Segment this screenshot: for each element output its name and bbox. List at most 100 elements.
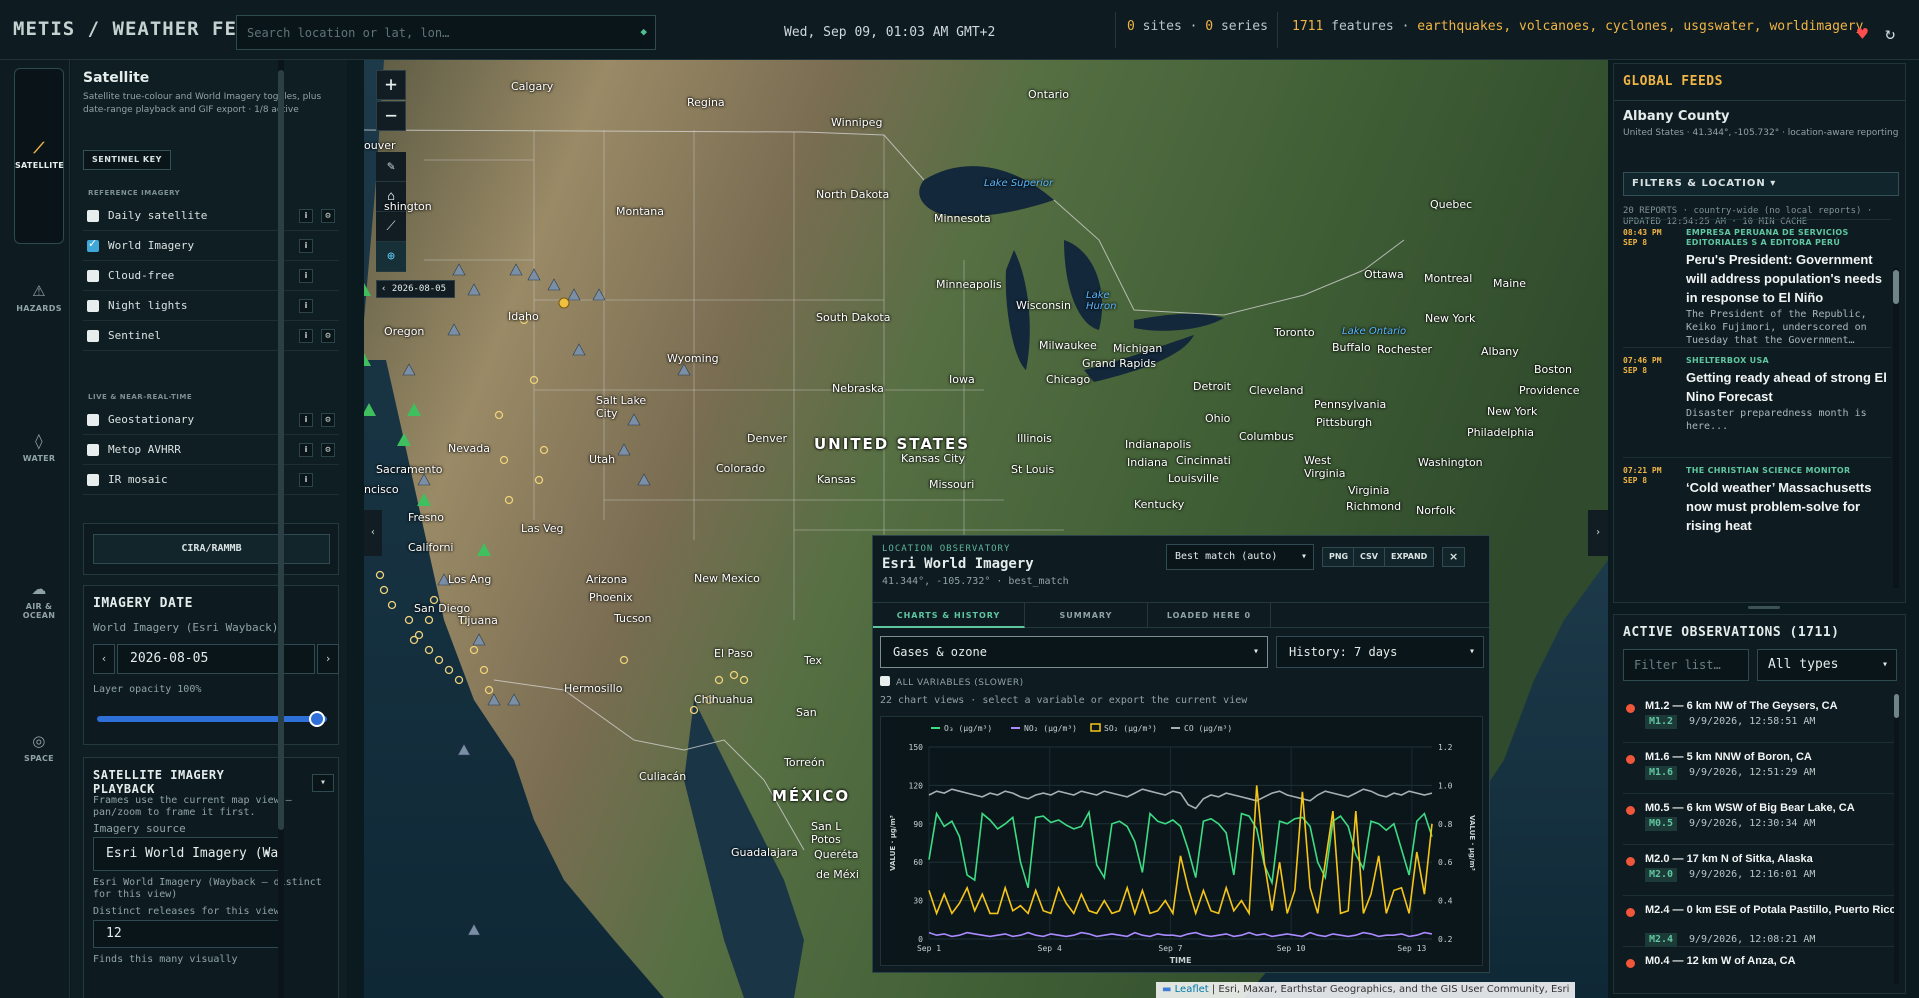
observations-scrollbar-thumb[interactable] — [1894, 694, 1899, 718]
all-variables-toggle[interactable]: ALL VARIABLES (SLOWER) — [880, 676, 1024, 688]
observation-title[interactable]: M2.4 — 0 km ESE of Potala Pastillo, Puer… — [1645, 903, 1897, 918]
layer-row[interactable]: Sentinel i ⚙ — [83, 321, 339, 351]
gases-chart[interactable]: O₃ (µg/m³) NO₂ (µg/m³) SO₂ (µg/m³) CO (µg/m… — [881, 717, 1482, 965]
news-headline[interactable]: Peru's President: Government will addres… — [1686, 250, 1891, 307]
layer-row[interactable]: Geostationary i ⚙ — [83, 405, 339, 435]
filters-location-button[interactable]: FILTERS & LOCATION ▾ — [1623, 172, 1899, 196]
collapse-right-icon[interactable]: › — [1588, 510, 1608, 556]
layer-checkbox[interactable] — [87, 444, 99, 456]
png-button[interactable]: PNG — [1322, 547, 1356, 567]
layer-checkbox[interactable] — [87, 270, 99, 282]
feeds-scrollbar[interactable] — [1893, 268, 1899, 588]
info-icon[interactable]: i — [299, 473, 313, 487]
tab-charts-history[interactable]: CHARTS & HISTORY — [873, 603, 1025, 628]
imagery-date-input[interactable]: 2026-08-05 — [117, 644, 315, 674]
info-icon[interactable]: i — [299, 299, 313, 313]
resize-handle[interactable] — [1748, 606, 1780, 609]
info-icon[interactable]: i — [299, 413, 313, 427]
opacity-slider-thumb[interactable] — [309, 711, 325, 727]
layer-checkbox[interactable] — [87, 330, 99, 342]
globe-icon[interactable]: ⊕ — [376, 242, 406, 272]
leaflet-link[interactable]: Leaflet — [1175, 984, 1209, 995]
observation-title[interactable]: M2.0 — 17 km N of Sitka, Alaska — [1645, 852, 1897, 867]
map-date-tag[interactable]: ‹ 2026-08-05 — [376, 280, 456, 298]
feeds-scrollbar-thumb[interactable] — [1893, 270, 1899, 304]
info-icon[interactable]: i — [299, 269, 313, 283]
observation-item[interactable]: M1.6 — 5 km NNW of Boron, CA M1.6 9/9/2026… — [1623, 744, 1897, 794]
layer-row[interactable]: Metop AVHRR i ⚙ — [83, 435, 339, 465]
playback-card: SATELLITE IMAGERY PLAYBACK ▾ Frames use … — [83, 757, 339, 998]
zoom-in-button[interactable]: + — [376, 70, 406, 100]
imagery-source-select[interactable]: Esri World Imagery (Wayt ▾ — [93, 837, 279, 871]
collapse-left-icon[interactable]: ‹ — [364, 510, 382, 556]
observation-title[interactable]: M0.5 — 6 km WSW of Big Bear Lake, CA — [1645, 801, 1897, 816]
info-icon[interactable]: i — [299, 443, 313, 457]
rail-item-hazards[interactable]: ⚠ HAZARDS — [14, 282, 64, 313]
layer-row[interactable]: World Imagery i — [83, 231, 339, 261]
rail-item-space[interactable]: ◎ SPACE — [14, 732, 64, 763]
info-icon[interactable]: i — [299, 209, 313, 223]
map-label-line: Queréta — [814, 848, 859, 861]
observations-filter-input[interactable] — [1623, 649, 1749, 681]
search-box[interactable]: ◆ — [236, 15, 656, 50]
observation-title[interactable]: M0.4 — 12 km W of Anza, CA — [1645, 954, 1897, 969]
observation-title[interactable]: M1.2 — 6 km NW of The Geysers, CA — [1645, 699, 1897, 714]
search-input[interactable] — [247, 16, 627, 49]
gear-icon[interactable]: ⚙ — [321, 413, 335, 427]
date-next-button[interactable]: › — [317, 644, 339, 674]
observations-scrollbar[interactable] — [1894, 694, 1899, 984]
observation-item[interactable]: M2.0 — 17 km N of Sitka, Alaska M2.0 9/9/2… — [1623, 846, 1897, 896]
rail-item-satellite[interactable]: ⟋ SATELLITE — [14, 68, 64, 244]
layer-row[interactable]: Night lights i — [83, 291, 339, 321]
news-headline[interactable]: Getting ready ahead of strong El Nino Fo… — [1686, 368, 1891, 406]
news-headline[interactable]: ‘Cold weather’ Massachusetts now must pr… — [1686, 478, 1891, 535]
tab-loaded-here[interactable]: LOADED HERE 0 — [1148, 603, 1271, 628]
csv-button[interactable]: CSV — [1353, 547, 1385, 567]
refresh-icon[interactable]: ↻ — [1885, 24, 1895, 44]
rail-item-water[interactable]: ◊ WATER — [14, 432, 64, 463]
search-submit-icon[interactable]: ◆ — [640, 25, 647, 38]
panel-scrollbar-thumb[interactable] — [278, 70, 284, 830]
all-variables-checkbox[interactable] — [880, 676, 890, 686]
releases-input[interactable]: 12 — [93, 920, 279, 948]
observation-type-select[interactable]: All types ▾ — [1757, 649, 1897, 681]
observation-item[interactable]: M0.4 — 12 km W of Anza, CA — [1623, 948, 1897, 993]
observation-item[interactable]: M0.5 — 6 km WSW of Big Bear Lake, CA M0.5… — [1623, 795, 1897, 845]
ruler-icon[interactable]: ✎ — [376, 152, 406, 182]
close-button[interactable]: × — [1442, 547, 1466, 567]
news-item[interactable]: 07:21 PM SEP 8 THE CHRISTIAN SCIENCE MON… — [1623, 457, 1891, 577]
layer-checkbox[interactable] — [87, 237, 99, 252]
rail-item-air-ocean[interactable]: ☁ AIR & OCEAN — [14, 580, 64, 620]
layer-row[interactable]: Daily satellite i ⚙ — [83, 201, 339, 231]
expand-button[interactable]: EXPAND — [1384, 547, 1435, 567]
info-icon[interactable]: i — [299, 239, 313, 253]
map-label-boston: Boston — [1534, 363, 1572, 376]
layer-checkbox[interactable] — [87, 474, 99, 486]
tab-summary[interactable]: SUMMARY — [1025, 603, 1148, 628]
observation-title[interactable]: M1.6 — 5 km NNW of Boron, CA — [1645, 750, 1897, 765]
sentinel-key-button[interactable]: SENTINEL KEY — [83, 150, 171, 170]
layer-checkbox[interactable] — [87, 300, 99, 312]
layer-checkbox[interactable] — [87, 210, 99, 222]
layer-checkbox[interactable] — [87, 414, 99, 426]
gear-icon[interactable]: ⚙ — [321, 443, 335, 457]
best-match-select[interactable]: Best match (auto) ▾ — [1166, 544, 1314, 570]
date-prev-button[interactable]: ‹ — [93, 644, 115, 674]
playback-collapse-button[interactable]: ▾ — [312, 774, 334, 792]
news-item[interactable]: 08:43 PM SEP 8 EMPRESA PERUANA DE SERVIC… — [1623, 219, 1891, 347]
layer-row[interactable]: IR mosaic i — [83, 465, 339, 495]
gear-icon[interactable]: ⚙ — [321, 209, 335, 223]
gear-icon[interactable]: ⚙ — [321, 329, 335, 343]
heart-icon[interactable]: ♥ — [1857, 24, 1868, 45]
satellite-tool-icon[interactable]: ⟋ — [376, 212, 406, 242]
news-item[interactable]: 07:46 PM SEP 8 SHELTERBOX USA Getting re… — [1623, 347, 1891, 439]
variable-select[interactable]: Gases & ozone ▾ — [880, 636, 1268, 668]
cira-rammb-button[interactable]: CIRA/RAMMB — [93, 534, 330, 564]
info-icon[interactable]: i — [299, 329, 313, 343]
observation-item[interactable]: M1.2 — 6 km NW of The Geysers, CA M1.2 9/9… — [1623, 693, 1897, 743]
history-select[interactable]: History: 7 days ▾ — [1276, 636, 1484, 668]
opacity-slider-track[interactable] — [97, 716, 327, 722]
observation-item[interactable]: M2.4 — 0 km ESE of Potala Pastillo, Puer… — [1623, 897, 1897, 947]
zoom-out-button[interactable]: − — [376, 101, 406, 131]
layer-row[interactable]: Cloud-free i — [83, 261, 339, 291]
